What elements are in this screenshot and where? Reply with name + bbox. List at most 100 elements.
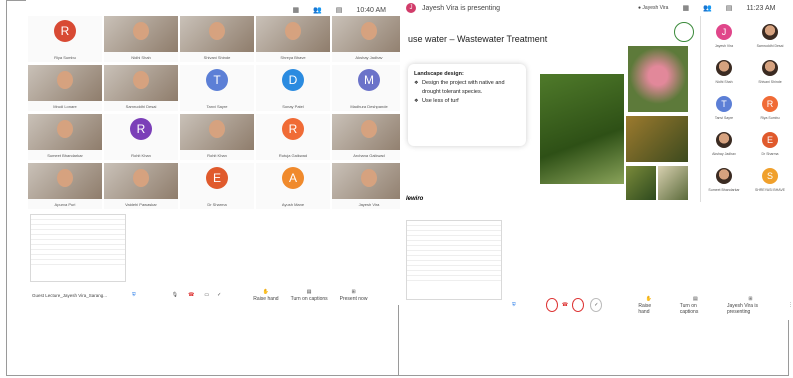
avatar: R [762, 96, 778, 112]
participant-name: Rohit Khan [131, 153, 151, 158]
flower-photo [628, 46, 688, 112]
participant-name: Nidhi Shah [131, 55, 151, 60]
participant-name: Shreya Bhave [280, 55, 306, 60]
captions-button[interactable]: ▤ Turn on captions [291, 289, 328, 302]
person-face [209, 22, 225, 40]
participant-tile[interactable]: M Madhura Deshpande [332, 65, 406, 111]
chat-icon[interactable]: ▤ [336, 6, 343, 14]
participant-name: Rutuja Gaikwad [278, 153, 308, 158]
participant-name: Ayush Mane [281, 202, 305, 207]
camera-button[interactable]: ▭ [204, 292, 209, 298]
mic-button[interactable] [545, 298, 558, 312]
participant-tile[interactable]: Shreya Bhave [256, 16, 330, 62]
person-face [57, 71, 73, 89]
participant-tile[interactable]: S SHREYASI BHAVE [747, 164, 793, 208]
participant-name: Apurva Puri [54, 202, 76, 207]
avatar: E [762, 132, 778, 148]
video-feed [28, 114, 102, 150]
raise-hand-button[interactable]: ✋ Raise hand [253, 289, 278, 302]
participant-tile[interactable]: Nidhi Shah [104, 16, 178, 62]
more-options-icon[interactable]: ⋮ [788, 302, 793, 308]
chat-icon[interactable]: ▤ [726, 4, 733, 12]
participant-tile[interactable]: Sumeet Bhandarkar [28, 114, 102, 160]
participant-tile[interactable]: Mrudi Lonare [28, 65, 102, 111]
presenting-button[interactable]: ⊞ Jayesh Vira is presenting [727, 296, 774, 315]
participant-tile[interactable]: Vaidehi Pawaskar [104, 163, 178, 209]
end-call-button[interactable]: ☎ [188, 292, 194, 298]
avatar: T [206, 69, 228, 91]
shield-icon[interactable]: ⛨ [512, 302, 516, 308]
person-face [209, 120, 225, 138]
participant-name: Sumeet Bhandarkar [708, 188, 740, 192]
more-button[interactable]: ✓ [590, 298, 603, 312]
raise-hand-button[interactable]: ✋ Raise hand [638, 296, 659, 315]
bottom-controls: ⛨ ☎ ✓ ✋ Raise hand ▤ Turn on captions ⊞ Jay… [400, 294, 793, 316]
participant-name: Jayesh Vira [358, 202, 380, 207]
participant-name: Akshay Jadhav [355, 55, 383, 60]
video-feed [28, 65, 102, 101]
participant-tile[interactable]: T Tanvi Sayre [180, 65, 254, 111]
participant-tile[interactable]: A Ayush Mane [256, 163, 330, 209]
captions-icon: ▤ [306, 288, 312, 295]
participant-tile[interactable]: Akshay Jadhav [332, 16, 406, 62]
person-face [133, 71, 149, 89]
participant-tile[interactable]: Jayesh Vira [332, 163, 406, 209]
avatar: R [54, 20, 76, 42]
avatar: M [358, 69, 380, 91]
participant-tile[interactable]: Archana Gaikwad [332, 114, 406, 160]
bullet-item: Design the project with native and droug… [414, 79, 520, 97]
avatar: S [762, 168, 778, 184]
grid-view-icon[interactable]: ▦ [682, 4, 689, 12]
captions-button[interactable]: ▤ Turn on captions [680, 296, 711, 315]
hand-icon: ✋ [262, 288, 270, 295]
participant-tile[interactable]: R Rohit Khan [104, 114, 178, 160]
avatar: A [282, 167, 304, 189]
participant-tile[interactable]: E Dr Sharma [180, 163, 254, 209]
avatar-photo [762, 60, 778, 76]
participant-tile[interactable]: Samruddhi Desai [104, 65, 178, 111]
camera-button[interactable] [572, 298, 585, 312]
participant-name: Mrudi Lonare [53, 104, 77, 109]
present-now-button[interactable]: ⊞ Present now [340, 289, 368, 302]
participant-tile[interactable]: R Riya Sumbu [28, 16, 102, 62]
avatar: E [206, 167, 228, 189]
presenting-chip[interactable]: ● Jayesh Vira [638, 5, 668, 11]
person-face [361, 169, 377, 187]
more-reactions-button[interactable]: ✓ [217, 292, 221, 298]
participant-name: Shivani Shinde [758, 80, 782, 84]
grid-view-icon[interactable]: ▦ [292, 6, 299, 14]
shared-sheet-preview [406, 220, 502, 300]
bottom-controls: Guest Lecture_Jayesh Vira_Sarang... ⛨ 🎙 … [32, 287, 408, 303]
participant-name: Riya Sumbu [54, 55, 76, 60]
person-face [57, 169, 73, 187]
slide-title: use water – Wastewater Treatment [408, 34, 548, 44]
card-title: Landscape design: [414, 71, 464, 77]
shared-sheet-preview [30, 214, 126, 282]
participant-name: Tanvi Sayre [206, 104, 228, 109]
avatar: R [130, 118, 152, 140]
participant-tile[interactable]: Apurva Puri [28, 163, 102, 209]
people-icon[interactable]: 👥 [313, 6, 322, 14]
participant-name: Sonay Patel [282, 104, 304, 109]
participant-name: SHREYASI BHAVE [754, 188, 786, 192]
end-call-button[interactable]: ☎ [562, 302, 568, 308]
participant-tile[interactable]: Sumeet Bhandarkar [701, 164, 747, 208]
avatar: T [716, 96, 732, 112]
participant-tile[interactable]: Rohit Khan [180, 114, 254, 160]
video-feed [332, 16, 406, 52]
participant-name: Riya Sumbu [760, 116, 780, 120]
video-feed [104, 65, 178, 101]
participant-tile[interactable]: R Rutuja Gaikwad [256, 114, 330, 160]
person-face [57, 120, 73, 138]
tree-photo [540, 74, 624, 184]
participant-name: Rohit Khan [207, 153, 227, 158]
clock-time: 10:40 AM [356, 6, 386, 14]
mic-button[interactable]: 🎙 [172, 292, 178, 298]
participant-tile[interactable]: Shivani Shinde [180, 16, 254, 62]
captions-icon: ▤ [692, 295, 698, 302]
participant-tile[interactable]: D Sonay Patel [256, 65, 330, 111]
avatar-photo [716, 132, 732, 148]
people-icon[interactable]: 👥 [703, 4, 712, 12]
video-feed [180, 114, 254, 150]
shield-icon[interactable]: ⛨ [132, 292, 136, 298]
